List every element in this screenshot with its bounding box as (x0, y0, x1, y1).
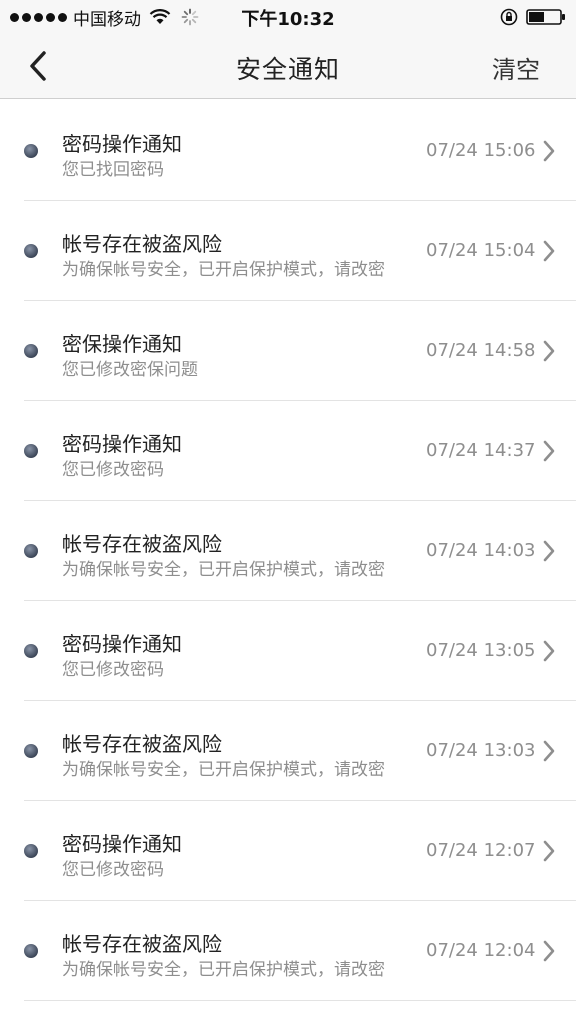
notification-time: 07/24 14:37 (426, 440, 536, 461)
chevron-right-icon (543, 440, 555, 462)
notification-row[interactable]: 密保操作通知 您已修改密保问题 07/24 14:58 (24, 301, 576, 401)
unread-dot-icon (24, 844, 38, 858)
status-time: 下午10:32 (241, 9, 335, 30)
notification-time: 07/24 12:07 (426, 840, 536, 861)
rotation-lock-icon (500, 8, 518, 26)
unread-dot-icon (24, 744, 38, 758)
chevron-right-icon (543, 640, 555, 662)
unread-dot-icon (24, 644, 38, 658)
unread-dot-icon (24, 944, 38, 958)
notification-time: 07/24 13:05 (426, 640, 536, 661)
unread-dot-icon (24, 144, 38, 158)
status-right (500, 6, 566, 28)
notification-description: 为确保帐号安全，已开启保护模式，请改密 (62, 960, 385, 980)
unread-dot-icon (24, 444, 38, 458)
page-title: 安全通知 (235, 55, 340, 84)
notification-title: 密码操作通知 (62, 432, 182, 456)
notification-title: 密保操作通知 (62, 332, 182, 356)
notification-description: 为确保帐号安全，已开启保护模式，请改密 (62, 560, 385, 580)
notification-title: 帐号存在被盗风险 (62, 532, 222, 556)
notification-row[interactable]: 帐号存在被盗风险 为确保帐号安全，已开启保护模式，请改密 07/24 14:03 (24, 501, 576, 601)
notification-row[interactable]: 帐号存在被盗风险 为确保帐号安全，已开启保护模式，请改密 07/24 13:03 (24, 701, 576, 801)
status-bar: 中国移动 下午10:32 (0, 0, 576, 34)
notification-row[interactable]: 密码操作通知 您已找回密码 07/24 15:06 (24, 101, 576, 201)
battery-icon (526, 9, 565, 25)
notification-list: 密码操作通知 您已找回密码 07/24 15:06 帐号存在被盗风险 为确保帐号… (0, 101, 576, 1001)
notification-description: 您已找回密码 (62, 160, 164, 180)
notification-title: 密码操作通知 (62, 632, 182, 656)
notification-time: 07/24 14:03 (426, 540, 536, 561)
unread-dot-icon (24, 244, 38, 258)
chevron-right-icon (543, 340, 555, 362)
chevron-right-icon (543, 140, 555, 162)
chevron-right-icon (543, 540, 555, 562)
notification-description: 为确保帐号安全，已开启保护模式，请改密 (62, 260, 385, 280)
unread-dot-icon (24, 544, 38, 558)
chevron-right-icon (543, 740, 555, 762)
clear-button[interactable]: 清空 (492, 50, 540, 85)
notification-description: 您已修改密保问题 (62, 360, 198, 380)
notification-time: 07/24 13:03 (426, 740, 536, 761)
notification-row[interactable]: 帐号存在被盗风险 为确保帐号安全，已开启保护模式，请改密 07/24 12:04 (24, 901, 576, 1001)
notification-row[interactable]: 密码操作通知 您已修改密码 07/24 12:07 (24, 801, 576, 901)
notification-title: 密码操作通知 (62, 832, 182, 856)
notification-time: 07/24 14:58 (426, 340, 536, 361)
notification-row[interactable]: 密码操作通知 您已修改密码 07/24 13:05 (24, 601, 576, 701)
notification-time: 07/24 15:06 (426, 140, 536, 161)
notification-time: 07/24 15:04 (426, 240, 536, 261)
notification-time: 07/24 12:04 (426, 940, 536, 961)
notification-description: 为确保帐号安全，已开启保护模式，请改密 (62, 760, 385, 780)
notification-row[interactable]: 密码操作通知 您已修改密码 07/24 14:37 (24, 401, 576, 501)
chevron-right-icon (543, 840, 555, 862)
notification-description: 您已修改密码 (62, 660, 164, 680)
notification-description: 您已修改密码 (62, 860, 164, 880)
notification-title: 帐号存在被盗风险 (62, 232, 222, 256)
chevron-right-icon (543, 940, 555, 962)
navigation-bar: 安全通知 清空 (0, 34, 576, 99)
unread-dot-icon (24, 344, 38, 358)
chevron-right-icon (543, 240, 555, 262)
notification-title: 帐号存在被盗风险 (62, 732, 222, 756)
notification-title: 密码操作通知 (62, 132, 182, 156)
notification-description: 您已修改密码 (62, 460, 164, 480)
notification-title: 帐号存在被盗风险 (62, 932, 222, 956)
notification-row[interactable]: 帐号存在被盗风险 为确保帐号安全，已开启保护模式，请改密 07/24 15:04 (24, 201, 576, 301)
